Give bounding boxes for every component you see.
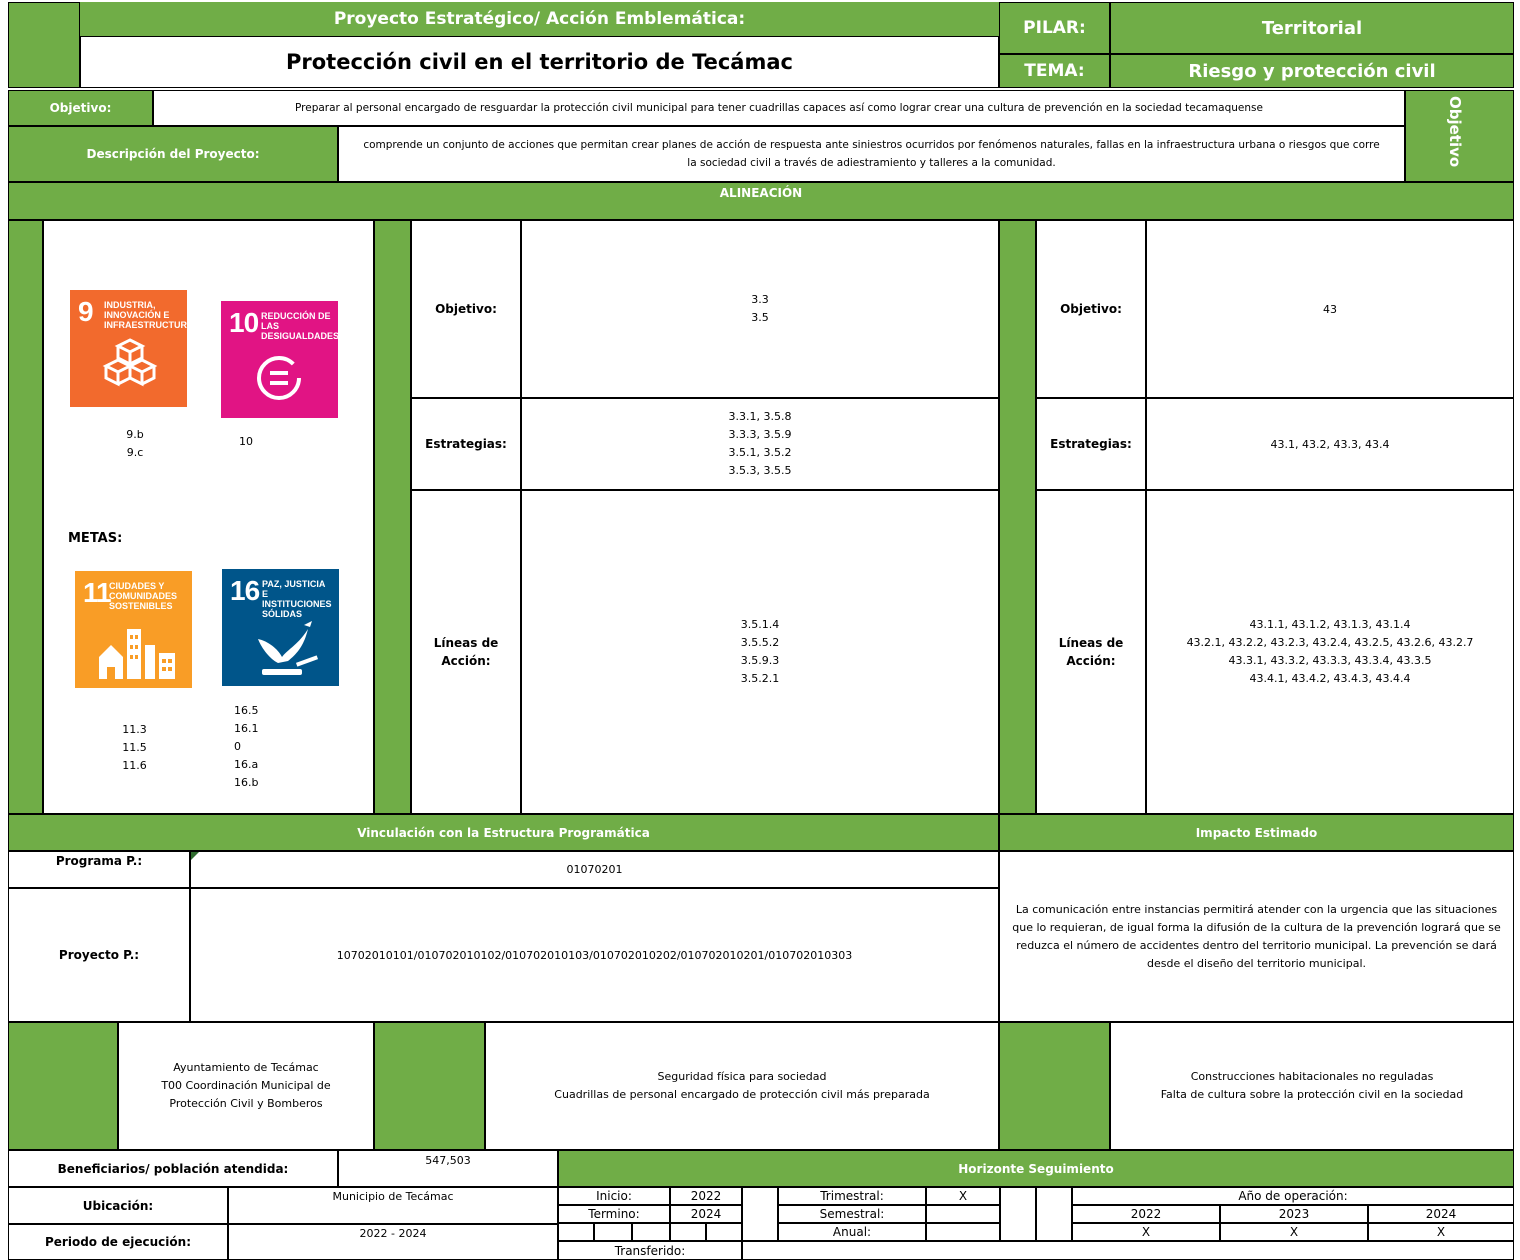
pilar-value: Territorial (1110, 2, 1514, 54)
year-2023-mark: X (1220, 1223, 1368, 1241)
sdg-10-label: REDUCCIÓN DE LAS DESIGUALDADES (261, 311, 340, 341)
objective-text: Preparar al personal encargado de resgua… (153, 90, 1405, 126)
cubes-icon (102, 338, 158, 387)
tema-value: Riesgo y protección civil (1110, 54, 1514, 88)
alineacion-title: ALINEACIÓN (8, 182, 1514, 220)
horizonte-title: Horizonte Seguimiento (558, 1150, 1514, 1187)
cell-comment-marker (191, 852, 199, 860)
mid-strip-1 (374, 220, 411, 814)
riesgos-strip (999, 1022, 1110, 1150)
mid-lineas-label: Líneas de Acción: (411, 490, 521, 814)
beneficiarios-label: Beneficiarios/ población atendida: (8, 1150, 338, 1187)
blank-cell-5 (706, 1223, 742, 1241)
periodo-value: 2022 - 2024 (228, 1224, 558, 1260)
sdg-16-label: PAZ, JUSTICIA E INSTITUCIONES SÓLIDAS (262, 579, 332, 619)
sdg-9-label: INDUSTRIA, INNOVACIÓN E INFRAESTRUCTURA (104, 300, 194, 330)
transferido-label: Transferido: (558, 1241, 742, 1260)
blank-cell-1 (558, 1223, 594, 1241)
mid-strip-2 (999, 220, 1036, 814)
beneficiarios-value: 547,503 (338, 1150, 558, 1187)
year-2023: 2023 (1220, 1205, 1368, 1223)
sdg-10-targets: 10 (239, 434, 253, 448)
right-estrategias-value: 43.1, 43.2, 43.3, 43.4 (1146, 398, 1514, 490)
sdg-9-targets: 9.b 9.c (126, 428, 144, 459)
objective-label: Objetivo: (8, 90, 153, 126)
sdg-11-label: CIUDADES Y COMUNIDADES SOSTENIBLES (109, 581, 178, 611)
blank-cell-3 (632, 1223, 670, 1241)
description-label: Descripción del Proyecto: (8, 126, 338, 182)
pilar-label: PILAR: (999, 2, 1110, 54)
dove-gavel-icon (258, 621, 319, 675)
blank-gap (742, 1187, 778, 1241)
sdg-16-tile: 16 PAZ, JUSTICIA E INSTITUCIONES SÓLIDAS (222, 569, 339, 686)
sdg-11-targets: 11.3 11.5 11.6 (122, 723, 147, 772)
trimestral-label: Trimestral: (778, 1187, 926, 1205)
description-text: comprende un conjunto de acciones que pe… (338, 126, 1405, 182)
vinculacion-title: Vinculación con la Estructura Programáti… (8, 814, 999, 851)
header-left-block (8, 2, 80, 88)
beneficios-strip (374, 1022, 485, 1150)
right-lineas-label: Líneas de Acción: (1036, 490, 1146, 814)
left-strip (8, 220, 43, 814)
sdg-11-number: 11 (83, 577, 112, 608)
semestral-label: Semestral: (778, 1205, 926, 1223)
equality-icon (257, 356, 301, 400)
right-lineas-value: 43.1.1, 43.1.2, 43.1.3, 43.1.4 43.2.1, 4… (1146, 490, 1514, 814)
year-2022-mark: X (1072, 1223, 1220, 1241)
bottom-blank (742, 1241, 1514, 1260)
impacto-text: La comunicación entre instancias permiti… (999, 851, 1514, 1022)
metas-label: METAS: (68, 531, 123, 546)
semestral-mark (926, 1205, 1000, 1223)
trimestral-mark: X (926, 1187, 1000, 1205)
right-objetivo-label: Objetivo: (1036, 220, 1146, 398)
mid-estrategias-label: Estrategias: (411, 398, 521, 490)
programa-label: Programa P.: (8, 851, 190, 888)
termino-label: Termino: (558, 1205, 670, 1223)
project-label: Proyecto Estratégico/ Acción Emblemática… (80, 2, 999, 36)
termino-value: 2024 (670, 1205, 742, 1223)
right-estrategias-label: Estrategias: (1036, 398, 1146, 490)
year-2024-mark: X (1368, 1223, 1514, 1241)
inicio-value: 2022 (670, 1187, 742, 1205)
sdg-11-tile: 11 CIUDADES Y COMUNIDADES SOSTENIBLES (75, 571, 192, 688)
year-2024: 2024 (1368, 1205, 1514, 1223)
responsables-text: Ayuntamiento de Tecámac T00 Coordinación… (118, 1022, 374, 1150)
responsables-strip (8, 1022, 118, 1150)
programa-value: 01070201 (190, 851, 999, 888)
riesgos-text: Construcciones habitacionales no regulad… (1110, 1022, 1514, 1150)
blank-cell-2 (594, 1223, 632, 1241)
year-2022: 2022 (1072, 1205, 1220, 1223)
proyecto-label: Proyecto P.: (8, 888, 190, 1022)
sdg-10-tile: 10 REDUCCIÓN DE LAS DESIGUALDADES (221, 301, 340, 418)
ubicacion-value: Municipio de Tecámac (228, 1187, 558, 1224)
sdg-16-number: 16 (230, 575, 260, 606)
freq-blank-2 (1036, 1187, 1072, 1241)
impacto-title: Impacto Estimado (999, 814, 1514, 851)
proyecto-value: 10702010101/010702010102/010702010103/01… (190, 888, 999, 1022)
sdg-9-tile: 9 INDUSTRIA, INNOVACIÓN E INFRAESTRUCTUR… (70, 290, 194, 407)
mid-objetivo-value: 3.3 3.5 (521, 220, 999, 398)
right-objetivo-value: 43 (1146, 220, 1514, 398)
mid-estrategias-value: 3.3.1, 3.5.8 3.3.3, 3.5.9 3.5.1, 3.5.2 3… (521, 398, 999, 490)
anio-label: Año de operación: (1072, 1187, 1514, 1205)
sdg-10-number: 10 (229, 307, 259, 338)
blank-cell-4 (670, 1223, 706, 1241)
anual-mark (926, 1223, 1000, 1241)
freq-blank-1 (1000, 1187, 1036, 1241)
sdg-9-number: 9 (78, 296, 94, 327)
beneficios-text: Seguridad física para sociedad Cuadrilla… (485, 1022, 999, 1150)
mid-lineas-value: 3.5.1.4 3.5.5.2 3.5.9.3 3.5.2.1 (521, 490, 999, 814)
project-title: Protección civil en el territorio de Tec… (80, 36, 999, 88)
anual-label: Anual: (778, 1223, 926, 1241)
city-icon (99, 629, 175, 679)
sdg-16-targets: 16.5 16.1 0 16.a 16.b (234, 704, 259, 789)
inicio-label: Inicio: (558, 1187, 670, 1205)
ubicacion-label: Ubicación: (8, 1187, 228, 1224)
tema-label: TEMA: (999, 54, 1110, 88)
objective-vertical-label: Objetivo (1446, 96, 1464, 168)
periodo-label: Periodo de ejecución: (8, 1224, 228, 1260)
mid-objetivo-label: Objetivo: (411, 220, 521, 398)
